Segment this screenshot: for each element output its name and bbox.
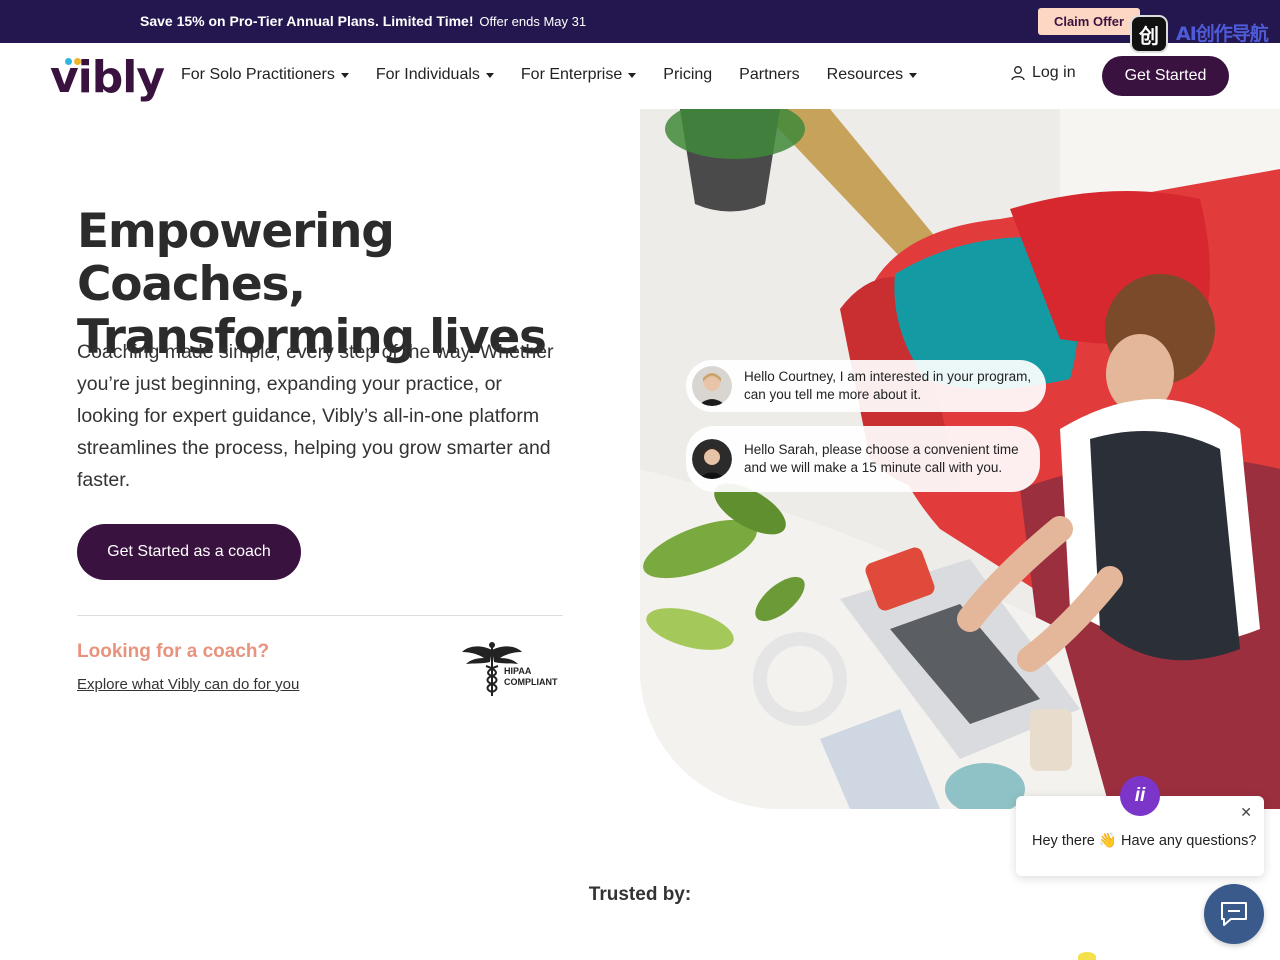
logo-dot-yellow xyxy=(74,58,81,65)
get-started-button[interactable]: Get Started xyxy=(1102,56,1229,96)
nav-item-resources[interactable]: Resources xyxy=(826,64,918,86)
hipaa-line2: COMPLIANT xyxy=(504,677,558,687)
coach-question: Looking for a coach? xyxy=(77,641,270,662)
ai-nav-badge[interactable]: 创 AI创作导航 xyxy=(1130,13,1269,53)
ai-logo-icon: 创 xyxy=(1130,15,1168,53)
chat-bubble-icon xyxy=(1221,902,1247,926)
avatar-woman-dark xyxy=(692,439,732,479)
hipaa-text: HIPAA COMPLIANT xyxy=(504,666,558,688)
chat-agent-avatar: ii xyxy=(1120,776,1160,816)
brand-logo[interactable]: vibly xyxy=(50,52,165,103)
chat-bubble-courtney: Hello Courtney, I am interested in your … xyxy=(686,360,1046,412)
logo-dot-blue xyxy=(65,58,72,65)
hero-title-line1: Empowering Coaches, xyxy=(77,204,395,312)
promo-headline: Save 15% on Pro-Tier Annual Plans. Limit… xyxy=(140,13,474,29)
caret-down-icon xyxy=(485,72,494,78)
promo-subtext: Offer ends May 31 xyxy=(479,14,587,29)
hipaa-badge: HIPAA COMPLIANT xyxy=(460,640,566,698)
nav-item-pricing[interactable]: Pricing xyxy=(663,64,712,86)
close-icon[interactable]: ✕ xyxy=(1240,804,1252,821)
nav-item-enterprise[interactable]: For Enterprise xyxy=(520,64,637,86)
nav-label: For Enterprise xyxy=(520,66,623,83)
nav-item-partners[interactable]: Partners xyxy=(739,64,799,86)
promo-message: Save 15% on Pro-Tier Annual Plans. Limit… xyxy=(140,13,586,29)
chat-bubble-sarah: Hello Sarah, please choose a convenient … xyxy=(686,426,1040,492)
nav-label: Partners xyxy=(739,66,800,83)
chat-launcher-button[interactable] xyxy=(1204,884,1264,944)
nav-label: Pricing xyxy=(663,66,713,83)
hero-divider xyxy=(77,615,563,616)
get-started-coach-button[interactable]: Get Started as a coach xyxy=(77,524,301,580)
explore-vibly-link[interactable]: Explore what Vibly can do for you xyxy=(77,676,299,693)
promo-bar: Save 15% on Pro-Tier Annual Plans. Limit… xyxy=(0,0,1280,43)
login-label: Log in xyxy=(1032,64,1076,81)
ai-badge-title: AI创作导航 xyxy=(1176,23,1269,45)
trusted-by-label: Trusted by: xyxy=(588,884,692,905)
nav-item-individuals[interactable]: For Individuals xyxy=(376,64,494,86)
nav-label: For Individuals xyxy=(375,66,480,83)
hero-description: Coaching made simple, every step of the … xyxy=(77,341,554,491)
caret-down-icon xyxy=(340,72,349,78)
avatar-woman-blonde xyxy=(692,366,732,406)
nav-label: For Solo Practitioners xyxy=(181,66,335,83)
nav-label: Resources xyxy=(826,66,904,83)
chat-bubble-text: Hello Courtney, I am interested in your … xyxy=(744,369,1032,402)
nav-item-solo-practitioners[interactable]: For Solo Practitioners xyxy=(181,64,349,86)
hipaa-line1: HIPAA xyxy=(504,666,532,676)
login-link[interactable]: Log in xyxy=(1010,64,1076,82)
chat-popup-message: Hey there 👋 Have any questions? xyxy=(1032,833,1257,849)
chat-bubble-text: Hello Sarah, please choose a convenient … xyxy=(744,442,1019,475)
caret-down-icon xyxy=(909,72,918,78)
user-icon xyxy=(1011,66,1025,81)
claim-offer-button[interactable]: Claim Offer xyxy=(1038,8,1140,35)
main-nav: For Solo Practitioners For Individuals F… xyxy=(181,64,918,86)
caret-down-icon xyxy=(628,72,637,78)
partner-logo-partial xyxy=(1078,952,1096,960)
